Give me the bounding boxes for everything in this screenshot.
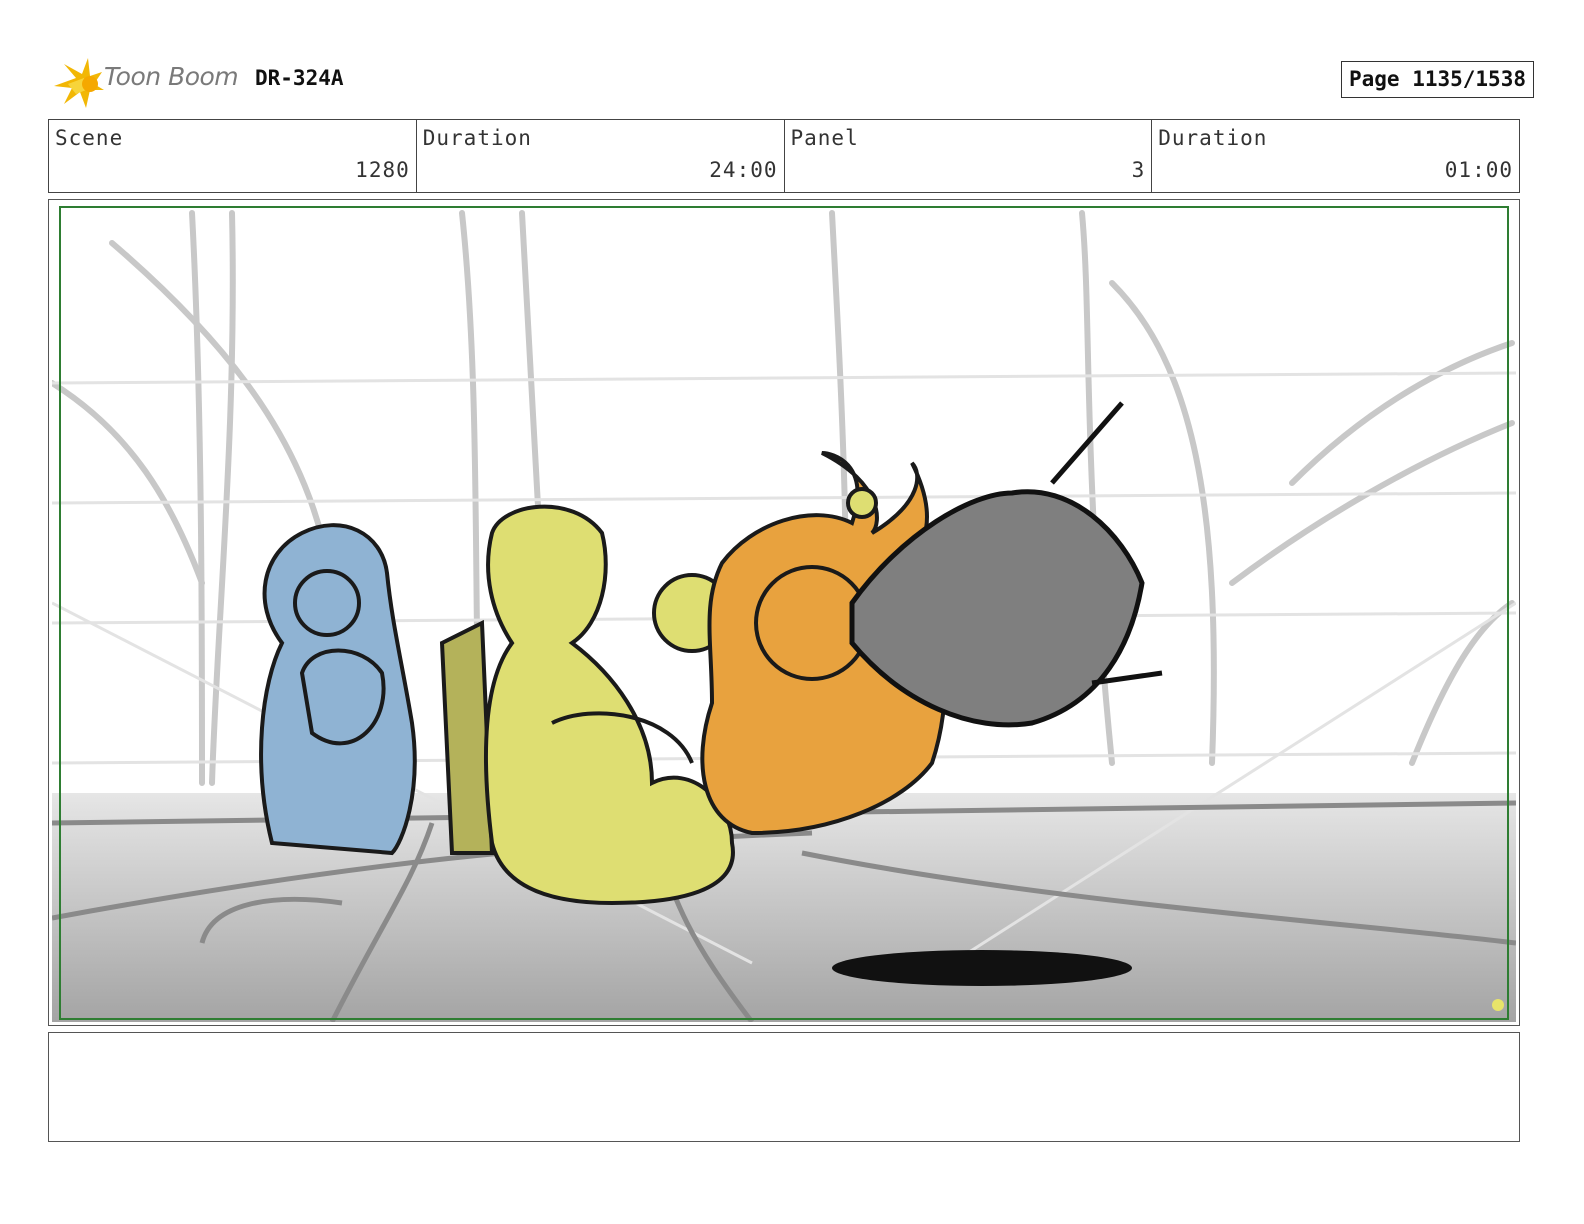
panel-value: 3 (1131, 158, 1146, 182)
panel-notes-box[interactable] (48, 1032, 1520, 1142)
storyboard-panel (48, 199, 1520, 1026)
scene-duration-label: Duration (422, 126, 532, 150)
page-header: Toon Boom DR-324A Page 1135/1538 (50, 52, 1534, 112)
scene-duration-cell: Duration 24:00 (417, 120, 785, 192)
panel-duration-value: 01:00 (1444, 158, 1513, 182)
panel-drawing (52, 203, 1516, 1022)
scene-value: 1280 (355, 158, 410, 182)
panel-cell: Panel 3 (785, 120, 1153, 192)
scene-info-table: Scene 1280 Duration 24:00 Panel 3 Durati… (48, 119, 1520, 193)
logo-text: Toon Boom (104, 62, 239, 91)
scene-label: Scene (55, 126, 124, 150)
scene-cell: Scene 1280 (49, 120, 417, 192)
scene-duration-value: 24:00 (709, 158, 778, 182)
panel-duration-label: Duration (1158, 126, 1268, 150)
panel-duration-cell: Duration 01:00 (1152, 120, 1519, 192)
panel-label: Panel (790, 126, 859, 150)
document-id: DR-324A (255, 66, 344, 90)
toon-boom-burst-icon (54, 58, 104, 108)
panel-marker (1492, 999, 1504, 1011)
page-number: Page 1135/1538 (1340, 61, 1534, 98)
floor-shadow (832, 950, 1132, 986)
